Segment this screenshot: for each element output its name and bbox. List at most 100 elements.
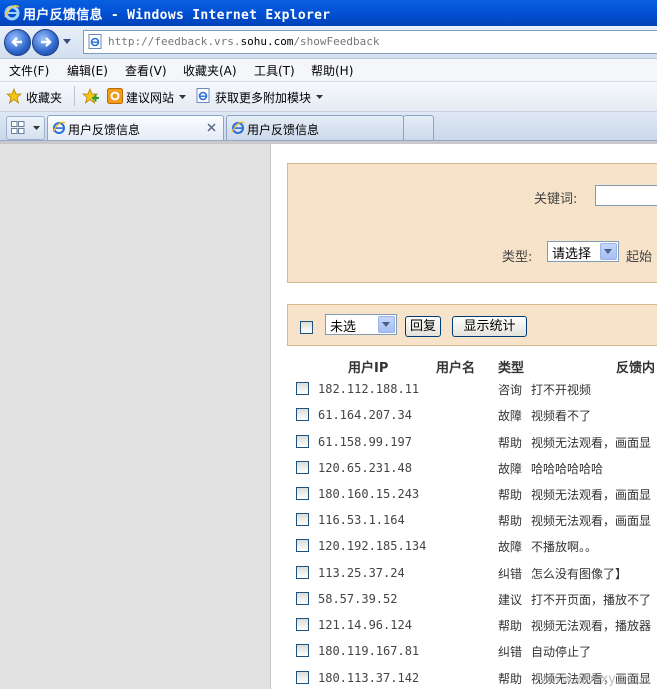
row-type: 纠错 [498,645,523,659]
star-icon [6,88,22,104]
table-row: 116.53.1.164 帮助 视频无法观看，画面显 [0,507,657,533]
row-message[interactable]: 怎么没有图像了】 [531,565,627,582]
forward-arrow-icon [41,37,52,47]
table-row: 121.14.96.124 帮助 视频无法观看，播放器 [0,612,657,638]
row-message[interactable]: 视频无法观看，画面显 [531,512,651,529]
row-checkbox[interactable] [296,435,309,448]
row-message[interactable]: 视频无法观看，画面显 [531,486,651,503]
menu-tools[interactable]: 工具(T) [254,62,295,79]
close-tab-icon[interactable] [207,123,216,132]
tab-row: 用户反馈信息 用户反馈信息 [0,112,657,141]
row-message[interactable]: 打不开视频 [531,381,591,398]
header-content: 反馈内 [616,361,656,376]
header-ip: 用户IP [348,361,389,376]
table-row: 61.158.99.197 帮助 视频无法观看，画面显 [0,429,657,455]
row-message[interactable]: 哈哈哈哈哈哈 [531,460,603,477]
get-more-addons-button[interactable]: 获取更多附加模块 [215,89,311,106]
forward-button[interactable] [32,29,59,56]
ie-logo-icon [4,5,20,21]
select-all-checkbox[interactable] [300,321,313,334]
ie-page-icon [231,121,245,134]
tab-label: 用户反馈信息 [247,123,320,137]
chevron-down-icon [600,243,617,260]
tab-active[interactable]: 用户反馈信息 [47,115,224,140]
header-type: 类型 [498,361,525,376]
menu-edit[interactable]: 编辑(E) [67,62,108,79]
dropdown-arrow-icon[interactable] [316,95,323,100]
new-tab-button[interactable] [403,115,434,140]
tab-label: 用户反馈信息 [68,123,141,137]
row-ip: 182.112.188.11 [318,382,420,396]
action-bar: 未选 回复 显示统计 [287,304,657,346]
back-arrow-icon [11,37,22,47]
row-type: 纠错 [498,567,523,581]
row-checkbox[interactable] [296,644,309,657]
row-checkbox[interactable] [296,592,309,605]
row-checkbox[interactable] [296,539,309,552]
tab-list-dropdown-icon[interactable] [33,126,40,131]
row-message[interactable]: 打不开页面，播放不了 [531,591,651,608]
menu-help[interactable]: 帮助(H) [311,62,353,79]
table-row: 180.160.15.243 帮助 视频无法观看，画面显 [0,481,657,507]
table-row: 120.192.185.134 故障 不播放啊。。 [0,533,657,559]
row-checkbox[interactable] [296,671,309,684]
row-message[interactable]: 视频无法观看，画面显 [531,434,651,451]
addons-icon [196,88,210,103]
mark-select-value: 未选 [330,320,357,335]
row-message[interactable]: 不播放啊。。 [531,538,597,555]
menu-favorites[interactable]: 收藏夹(A) [183,62,237,79]
tab-inactive[interactable]: 用户反馈信息 [226,115,404,140]
row-type: 帮助 [498,514,523,528]
back-button[interactable] [4,29,31,56]
table-row: 120.65.231.48 故障 哈哈哈哈哈哈 [0,455,657,481]
mark-select[interactable]: 未选 [325,314,397,335]
row-ip: 180.119.167.81 [318,644,420,658]
ie-page-icon [52,121,66,134]
row-checkbox[interactable] [296,487,309,500]
row-ip: 61.158.99.197 [318,435,412,449]
row-type: 帮助 [498,436,523,450]
row-message[interactable]: 视频无法观看，播放器 [531,617,651,634]
table-row: 58.57.39.52 建议 打不开页面，播放不了 [0,586,657,612]
menu-bar: 文件(F) 编辑(E) 查看(V) 收藏夹(A) 工具(T) 帮助(H) [0,59,657,82]
table-row: 61.164.207.34 故障 视频看不了 [0,402,657,428]
row-message[interactable]: 视频看不了 [531,407,591,424]
row-checkbox[interactable] [296,461,309,474]
row-ip: 61.164.207.34 [318,408,412,422]
table-row: 113.25.37.24 纠错 怎么没有图像了】 [0,560,657,586]
add-favorite-icon[interactable] [82,88,100,104]
row-ip: 180.113.37.142 [318,671,420,685]
row-checkbox[interactable] [296,618,309,631]
row-checkbox[interactable] [296,382,309,395]
type-select-value: 请选择 [552,247,592,262]
row-checkbox[interactable] [296,513,309,526]
keyword-input[interactable] [595,185,657,206]
row-checkbox[interactable] [296,408,309,421]
menu-file[interactable]: 文件(F) [9,62,49,79]
menu-view[interactable]: 查看(V) [125,62,167,79]
type-select[interactable]: 请选择 [547,241,619,262]
page-icon [88,34,102,49]
row-ip: 120.65.231.48 [318,461,412,475]
suggested-sites-button[interactable]: 建议网站 [126,89,174,106]
table-row: 182.112.188.11 咨询 打不开视频 [0,376,657,402]
row-type: 故障 [498,540,523,554]
header-username: 用户名 [436,361,476,376]
row-type: 咨询 [498,383,523,397]
row-type: 故障 [498,462,523,476]
window-title: 用户反馈信息 - Windows Internet Explorer [23,8,331,23]
suggested-sites-icon [107,88,123,104]
history-dropdown-icon[interactable] [62,38,72,46]
reply-button[interactable]: 回复 [405,316,441,337]
favorites-button[interactable]: 收藏夹 [26,89,62,106]
separator [74,86,75,106]
show-stats-button[interactable]: 显示统计 [452,316,527,337]
row-message[interactable]: 自动停止了 [531,643,591,660]
dropdown-arrow-icon[interactable] [179,95,186,100]
row-checkbox[interactable] [296,566,309,579]
row-ip: 116.53.1.164 [318,513,405,527]
address-bar[interactable]: http://feedback.vrs.sohu.com/showFeedbac… [83,30,657,54]
row-type: 建议 [498,593,523,607]
quick-tabs-button[interactable] [6,116,45,140]
url-text: http://feedback.vrs.sohu.com/showFeedbac… [108,35,380,48]
